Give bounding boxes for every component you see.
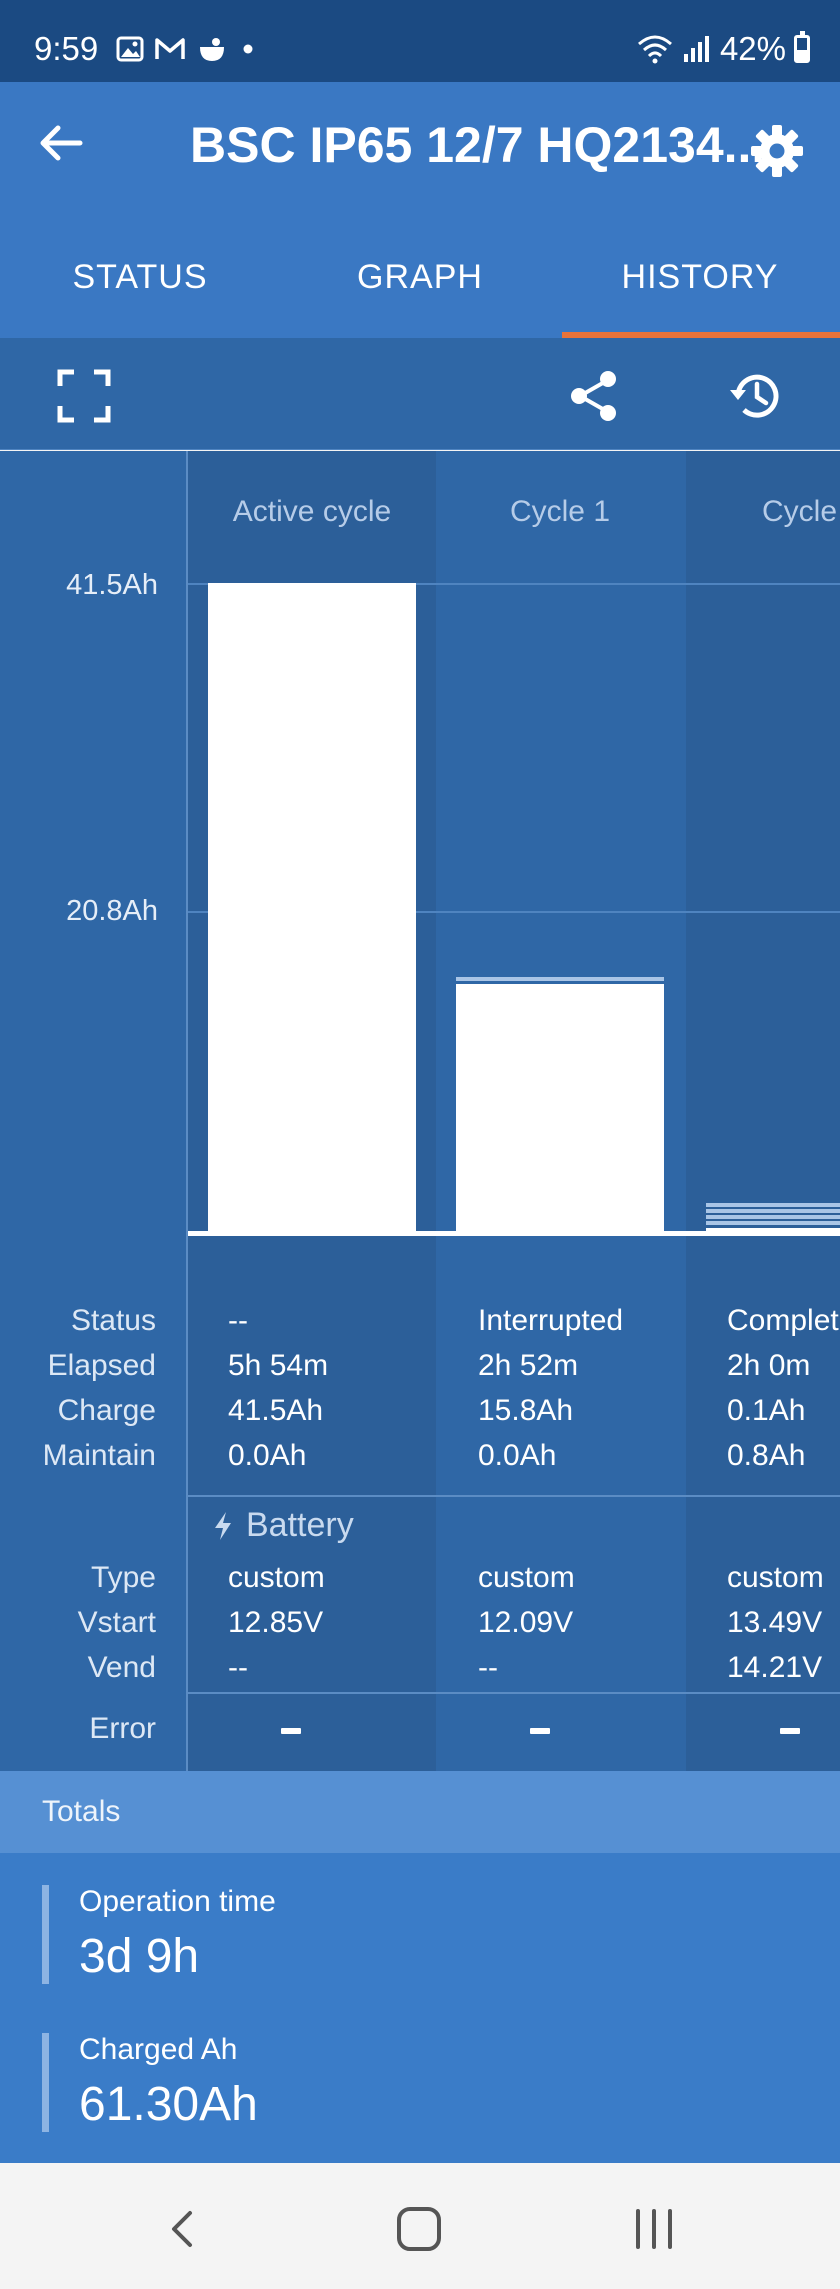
row-label-elapsed: Elapsed (47, 1349, 156, 1382)
cell-vend: -- (228, 1651, 248, 1684)
total-value: 3d 9h (79, 1930, 200, 1983)
nav-back-icon[interactable] (154, 2199, 214, 2259)
cell-maintain: 0.8Ah (727, 1439, 806, 1472)
cell-vend: -- (478, 1651, 498, 1684)
cell-type: custom (727, 1561, 824, 1594)
image-icon (116, 36, 144, 62)
cell-charge: 15.8Ah (478, 1394, 574, 1427)
chart-bar-cap (456, 977, 664, 982)
chart-bar-cap (706, 1221, 840, 1225)
total-label: Charged Ah (79, 2033, 238, 2066)
total-charged-ah: Charged Ah 61.30Ah (42, 2033, 258, 2132)
battery-divider (188, 1495, 840, 1497)
lightning-icon (215, 1511, 231, 1540)
status-time: 9:59 (34, 30, 99, 67)
wifi-icon (637, 35, 672, 64)
chart-bar-stripe (706, 1209, 840, 1213)
battery-section-label: Battery (246, 1506, 354, 1544)
y-axis-divider (186, 451, 188, 1771)
cell-maintain: 0.0Ah (228, 1439, 307, 1472)
row-label-status: Status (70, 1304, 156, 1337)
nav-home-icon[interactable] (389, 2199, 449, 2259)
battery-percent: 42% (719, 30, 786, 67)
column-header-active-cycle[interactable]: Active cycle (188, 495, 436, 529)
cell-status: -- (228, 1304, 248, 1337)
total-operation-time: Operation time 3d 9h (42, 1885, 276, 1984)
cell-error-dash (780, 1728, 800, 1734)
cell-vstart: 12.09V (478, 1606, 574, 1639)
chart-bar[interactable] (208, 583, 416, 1231)
cell-error-dash (281, 1728, 301, 1734)
app-bar: BSC IP65 12/7 HQ2134... (0, 82, 840, 220)
cell-vstart: 12.85V (228, 1606, 324, 1639)
cell-type: custom (228, 1561, 325, 1594)
tab-bar: STATUS GRAPH HISTORY (0, 220, 840, 338)
share-icon[interactable] (566, 368, 622, 424)
app-notification-icon (200, 38, 224, 61)
status-right: 42% (636, 30, 810, 68)
gear-icon[interactable] (748, 122, 806, 180)
cell-elapsed: 2h 0m (727, 1349, 811, 1382)
row-label-error: Error (89, 1712, 156, 1745)
totals-header: Totals (0, 1771, 840, 1853)
tab-graph[interactable]: GRAPH (280, 220, 560, 338)
error-divider (188, 1692, 840, 1694)
row-label-charge: Charge (57, 1394, 156, 1427)
history-icon[interactable] (728, 368, 784, 424)
row-label-type: Type (90, 1561, 156, 1594)
history-chart: Active cycle Cycle 1 Cycle 41.5Ah 20.8Ah… (0, 451, 840, 1771)
cell-vstart: 13.49V (727, 1606, 823, 1639)
y-tick-max: 41.5Ah (66, 569, 158, 601)
history-toolbar (0, 338, 840, 450)
dot-icon (243, 44, 253, 54)
back-arrow-icon[interactable] (36, 118, 86, 168)
chart-bar-stripe (706, 1203, 840, 1207)
battery-section-title: Battery (212, 1506, 354, 1545)
cell-elapsed: 5h 54m (228, 1349, 329, 1382)
cell-error-dash (530, 1728, 550, 1734)
chart-bar-stripe (706, 1215, 840, 1219)
cell-charge: 41.5Ah (228, 1394, 324, 1427)
total-value: 61.30Ah (79, 2078, 258, 2131)
cell-type: custom (478, 1561, 575, 1594)
gmail-icon (155, 38, 185, 59)
cell-vend: 14.21V (727, 1651, 823, 1684)
y-tick-mid: 20.8Ah (66, 895, 158, 927)
nav-recents-icon[interactable] (624, 2199, 684, 2259)
chart-bar[interactable] (456, 984, 664, 1231)
column-header-cycle-2[interactable]: Cycle (686, 495, 840, 529)
fullscreen-icon[interactable] (56, 368, 112, 424)
signal-icon (683, 36, 709, 62)
column-header-cycle-1[interactable]: Cycle 1 (436, 495, 684, 529)
cell-status: Complet (727, 1304, 839, 1337)
row-label-maintain: Maintain (42, 1439, 156, 1472)
page-title: BSC IP65 12/7 HQ2134... (190, 117, 766, 173)
tab-status[interactable]: STATUS (0, 220, 280, 338)
cell-status: Interrupted (478, 1304, 624, 1337)
cell-elapsed: 2h 52m (478, 1349, 579, 1382)
row-label-vend: Vend (87, 1651, 156, 1684)
total-label: Operation time (79, 1885, 276, 1918)
status-bar: 9:59 42% (0, 0, 840, 82)
tab-history[interactable]: HISTORY (560, 220, 840, 338)
battery-icon (794, 31, 810, 63)
chart-baseline (188, 1231, 840, 1236)
cell-charge: 0.1Ah (727, 1394, 806, 1427)
system-nav-bar (0, 2163, 840, 2289)
row-label-vstart: Vstart (77, 1606, 156, 1639)
totals-panel: Operation time 3d 9h Charged Ah 61.30Ah (0, 1853, 840, 2163)
notification-icons (116, 32, 258, 66)
cell-maintain: 0.0Ah (478, 1439, 557, 1472)
